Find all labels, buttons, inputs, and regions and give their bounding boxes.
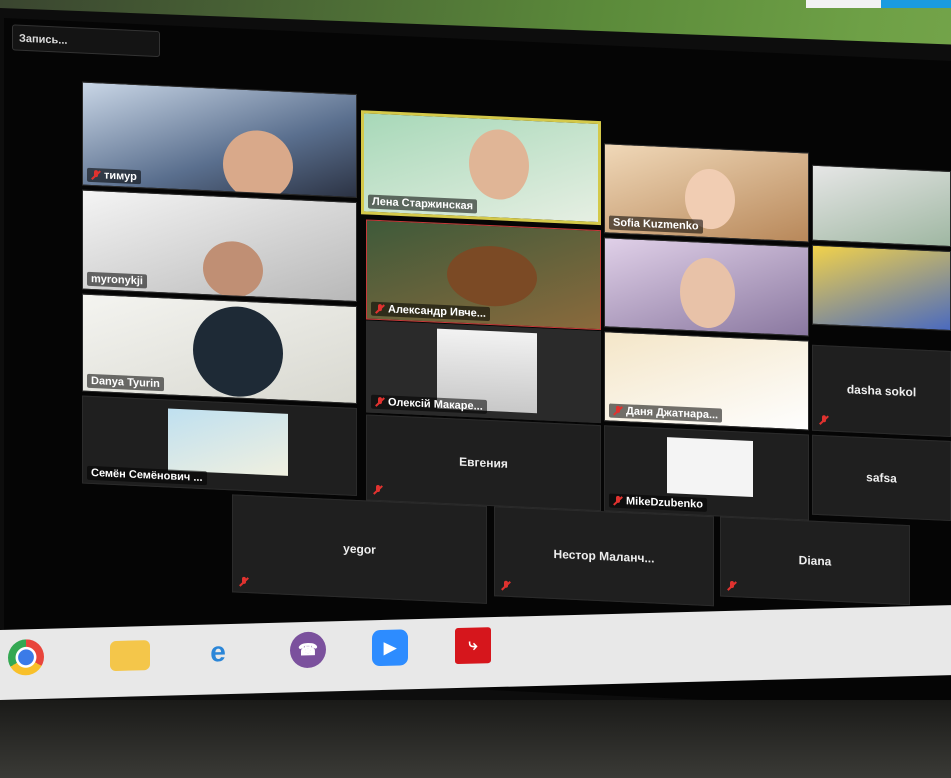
mic-muted-icon	[375, 397, 385, 407]
file-explorer-icon[interactable]	[110, 640, 150, 672]
participant-name: dasha sokol	[846, 382, 917, 400]
participant-video	[223, 128, 293, 199]
acrobat-icon[interactable]: ⤷	[455, 627, 491, 665]
participant-tile-extra-2[interactable]	[812, 244, 951, 332]
participant-name: Нестор Маланч...	[553, 546, 655, 566]
participant-tile-lena[interactable]: Лена Старжинская	[361, 110, 601, 226]
participant-name: Sofia Kuzmenko	[609, 215, 703, 234]
monitor-stand-area	[0, 700, 951, 778]
corner-blue-strip	[881, 0, 951, 8]
participant-video	[203, 240, 263, 299]
participant-name: тимур	[87, 167, 141, 185]
participant-tile-safsa[interactable]: safsa	[812, 434, 951, 522]
participant-video	[680, 256, 735, 330]
participant-name: Александр Ивче...	[371, 301, 490, 322]
viber-icon[interactable]: ☎	[290, 631, 326, 669]
participant-name: myronykji	[87, 271, 147, 289]
participant-tile-dana[interactable]: Даня Джатнара...	[604, 331, 809, 431]
participant-name: Danya Tyurin	[87, 373, 164, 392]
participant-tile-mike[interactable]: MikeDzubenko	[604, 425, 809, 521]
participant-name: Diana	[798, 553, 832, 569]
mic-muted-icon	[613, 496, 623, 506]
participant-video	[193, 304, 283, 399]
internet-explorer-icon[interactable]: e	[200, 634, 236, 671]
chrome-icon[interactable]	[8, 638, 44, 676]
participant-name: Лена Старжинская	[368, 194, 478, 214]
participant-tile-liliana[interactable]	[604, 237, 809, 337]
zoom-icon[interactable]: ▶	[372, 629, 408, 667]
participant-name: Евгения	[459, 454, 508, 471]
participant-tile-oleksii[interactable]: Олексій Макаре...	[366, 320, 601, 424]
corner-white-strip	[806, 0, 881, 8]
participant-tile-sofia[interactable]: Sofia Kuzmenko	[604, 143, 809, 243]
mic-muted-icon	[375, 304, 385, 314]
participant-tile-myronyk[interactable]: myronykji	[82, 189, 357, 303]
participant-video	[469, 128, 529, 201]
mic-muted-icon	[727, 581, 737, 591]
participant-tile-diana[interactable]: Diana	[720, 516, 910, 606]
zoom-gallery-screen: Запись... тимур Лена Старжинская Sofia K…	[4, 18, 951, 712]
participant-video	[667, 437, 753, 498]
participant-video	[168, 408, 288, 476]
participant-tile-dasha[interactable]: dasha sokol	[812, 344, 951, 438]
participant-tile-danya[interactable]: Danya Tyurin	[82, 293, 357, 405]
participant-name: yegor	[343, 541, 376, 557]
participant-name: Даня Джатнара...	[609, 403, 723, 423]
mic-muted-icon	[819, 415, 829, 425]
participant-name: MikeDzubenko	[609, 493, 708, 512]
mic-muted-icon	[613, 406, 623, 416]
participant-tile-yegor[interactable]: yegor	[232, 494, 487, 604]
participant-tile-evgenia[interactable]: Евгения	[366, 414, 601, 512]
participant-video	[447, 244, 537, 309]
mic-muted-icon	[501, 581, 511, 591]
participant-tile-timur[interactable]: тимур	[82, 81, 357, 199]
mic-muted-icon	[91, 170, 101, 180]
participant-tile-semen[interactable]: Семён Семёнович ...	[82, 395, 357, 497]
mic-muted-icon	[373, 485, 383, 495]
participant-tile-nestor[interactable]: Нестор Маланч...	[494, 506, 714, 607]
recording-indicator[interactable]: Запись...	[12, 24, 160, 58]
participant-tile-alexandr[interactable]: Александр Ивче...	[366, 219, 601, 331]
mic-muted-icon	[239, 577, 249, 587]
participant-name: safsa	[866, 470, 897, 486]
participant-tile-extra-1[interactable]	[812, 164, 951, 248]
